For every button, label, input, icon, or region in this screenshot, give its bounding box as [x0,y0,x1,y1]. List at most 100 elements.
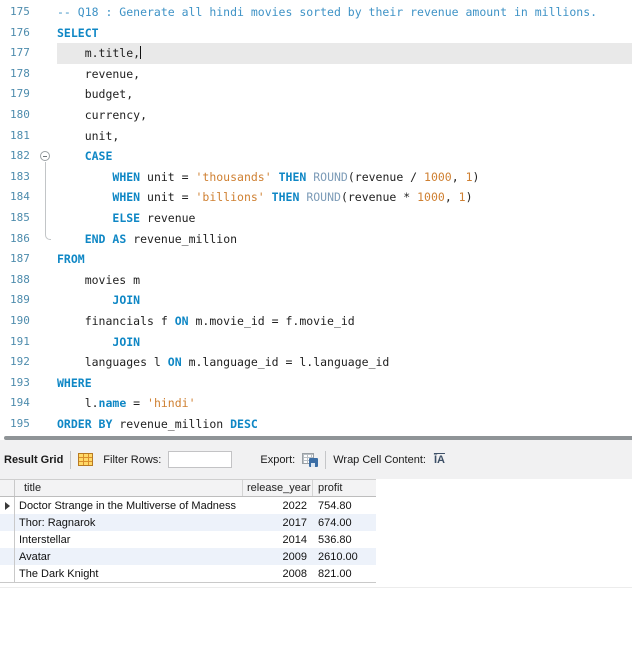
code-text[interactable]: ORDER BY revenue_million DESC [57,414,632,435]
code-line[interactable]: 187 FROM [0,249,632,270]
code-line[interactable]: 190 financials f ON m.movie_id = f.movie… [0,311,632,332]
result-grid-header: title release_year profit [0,479,376,497]
cell-title[interactable]: Thor: Ragnarok [15,514,243,531]
cell-profit[interactable]: 754.80 [313,497,376,514]
column-header-profit[interactable]: profit [313,480,376,496]
fold-marker[interactable] [38,146,57,167]
code-text[interactable]: revenue, [57,64,632,85]
result-grid-title: Result Grid [4,453,64,466]
table-row[interactable]: Interstellar 2014 536.80 [0,531,376,548]
result-grid-icon[interactable] [78,453,94,466]
code-line[interactable]: 195 ORDER BY revenue_million DESC [0,414,632,435]
cell-profit[interactable]: 821.00 [313,565,376,582]
cell-release-year[interactable]: 2008 [243,565,313,582]
column-header-release-year[interactable]: release_year [243,480,313,496]
code-text[interactable]: ELSE revenue [57,208,632,229]
code-segment-id [57,232,85,246]
code-segment-id: ) [465,190,473,205]
code-line[interactable]: 184 WHEN unit = 'billions' THEN ROUND(re… [0,187,632,208]
row-header-cell[interactable] [0,531,15,548]
column-header-title[interactable]: title [15,480,243,496]
code-segment-id: , [444,190,459,205]
code-line[interactable]: 179 budget, [0,84,632,105]
code-line[interactable]: 194 l.name = 'hindi' [0,393,632,414]
fold-stem [45,207,46,229]
code-segment-str: 'hindi' [147,396,196,411]
fold-column [38,64,57,85]
code-line[interactable]: 191 JOIN [0,332,632,353]
code-text[interactable]: m.title, [57,43,632,64]
code-text[interactable]: languages l ON m.language_id = l.languag… [57,352,632,373]
code-line[interactable]: 183 WHEN unit = 'thousands' THEN ROUND(r… [0,166,632,188]
code-line[interactable]: 180 currency, [0,105,632,126]
cell-release-year[interactable]: 2014 [243,531,313,548]
line-number: 192 [10,355,30,369]
cell-profit[interactable]: 2610.00 [313,548,376,565]
code-segment-id: budget, [57,87,134,102]
line-number: 185 [10,210,30,224]
row-header-cell[interactable] [0,497,15,514]
code-line[interactable]: 182 CASE [0,146,632,167]
code-line[interactable]: 186 END AS revenue_million [0,228,632,250]
code-line[interactable]: 192 languages l ON m.language_id = l.lan… [0,352,632,373]
code-segment-str: 'billions' [195,190,265,205]
code-text[interactable]: WHEN unit = 'thousands' THEN ROUND(reven… [57,167,632,188]
code-segment-num: 1000 [424,169,452,184]
filter-rows-input[interactable] [168,451,233,468]
fold-column [38,249,57,270]
cell-profit[interactable]: 674.00 [313,514,376,531]
panel-bottom-divider [0,587,632,588]
code-text[interactable]: budget, [57,84,632,105]
cell-profit[interactable]: 536.80 [313,531,376,548]
fold-collapse-icon[interactable] [40,151,50,162]
cell-title[interactable]: The Dark Knight [15,565,243,582]
wrap-cell-content-icon[interactable]: ĪA [434,454,445,466]
code-text[interactable]: -- Q18 : Generate all hindi movies sorte… [57,2,632,23]
cell-title[interactable]: Interstellar [15,531,243,548]
code-text[interactable]: currency, [57,105,632,126]
sql-editor[interactable]: 175 -- Q18 : Generate all hindi movies so… [0,0,632,436]
code-line[interactable]: 189 JOIN [0,290,632,311]
code-segment-kw: WHEN [112,190,141,205]
toolbar-separator [70,450,72,469]
code-line[interactable]: 176 SELECT [0,23,632,44]
cell-title[interactable]: Doctor Strange in the Multiverse of Madn… [15,497,243,514]
row-header-cell[interactable] [0,565,15,582]
code-text[interactable]: WHEN unit = 'billions' THEN ROUND(revenu… [57,187,632,208]
code-line[interactable]: 181 unit, [0,126,632,147]
code-text[interactable]: financials f ON m.movie_id = f.movie_id [57,311,632,332]
export-icon[interactable] [302,452,319,467]
table-row[interactable]: Thor: Ragnarok 2017 674.00 [0,514,376,531]
code-segment-id [57,211,112,225]
code-text[interactable]: END AS revenue_million [57,229,632,250]
code-line[interactable]: 185 ELSE revenue [0,207,632,229]
code-line[interactable]: 188 movies m [0,270,632,291]
table-row[interactable]: Avatar 2009 2610.00 [0,548,376,565]
cell-title[interactable]: Avatar [15,548,243,565]
code-text[interactable]: l.name = 'hindi' [57,393,632,414]
table-row[interactable]: The Dark Knight 2008 821.00 [0,565,376,582]
code-text[interactable]: unit, [57,126,632,147]
code-text[interactable]: CASE [57,146,632,167]
cell-release-year[interactable]: 2017 [243,514,313,531]
code-text[interactable]: FROM [57,249,632,270]
code-line[interactable]: 178 revenue, [0,64,632,85]
code-segment-kw: WHEN [112,169,141,184]
table-row[interactable]: Doctor Strange in the Multiverse of Madn… [0,497,376,514]
code-segment-id: currency, [57,107,148,122]
code-text[interactable]: JOIN [57,332,632,353]
code-line[interactable]: 175 -- Q18 : Generate all hindi movies so… [0,2,632,23]
row-header-cell[interactable] [0,514,15,531]
code-segment-id [272,170,279,184]
row-header-cell[interactable] [0,548,15,565]
code-text[interactable]: WHERE [57,373,632,394]
code-text[interactable]: movies m [57,270,632,291]
code-line[interactable]: 193 WHERE [0,373,632,394]
code-text[interactable]: JOIN [57,290,632,311]
code-segment-id [265,190,272,204]
code-line[interactable]: 177 m.title, [0,43,632,64]
cell-release-year[interactable]: 2009 [243,548,313,565]
code-text[interactable]: SELECT [57,23,632,44]
fold-column [38,43,57,64]
cell-release-year[interactable]: 2022 [243,497,313,514]
